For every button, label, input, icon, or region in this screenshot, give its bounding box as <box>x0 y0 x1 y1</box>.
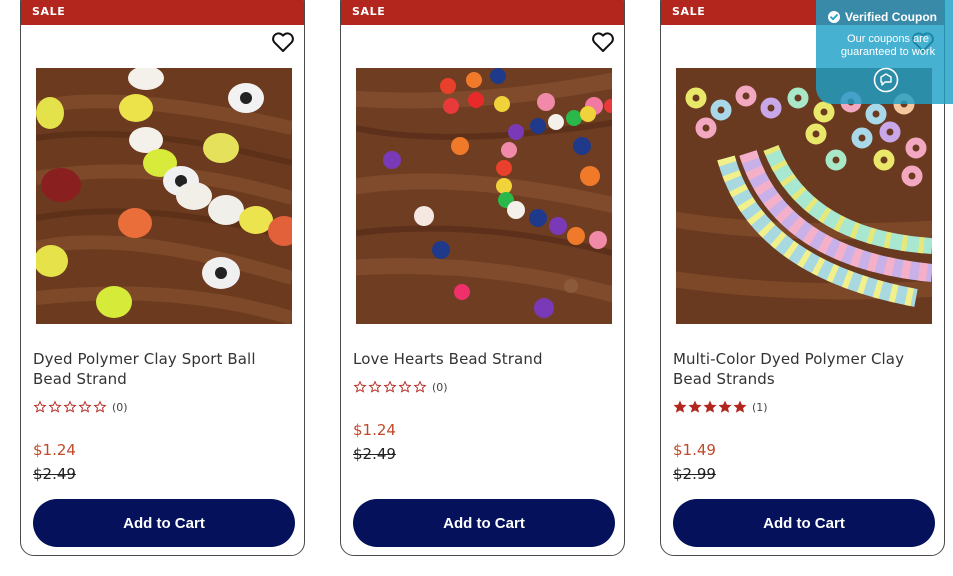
star-icon <box>48 400 62 413</box>
sale-price: $1.24 <box>353 421 396 439</box>
star-icon <box>718 400 732 413</box>
product-card: SALE Dyed Polymer Clay Sport Ball Bead S… <box>20 0 305 556</box>
sale-badge: SALE <box>341 0 624 25</box>
wishlist-heart-icon[interactable] <box>271 31 295 53</box>
product-image[interactable] <box>36 68 292 324</box>
star-icon <box>688 400 702 413</box>
add-to-cart-button[interactable]: Add to Cart <box>673 499 935 547</box>
product-card: SALE Love Hearts Bead Strand (0) $1.24 $… <box>340 0 625 556</box>
product-name[interactable]: Love Hearts Bead Strand <box>353 349 615 369</box>
rating: (1) <box>673 400 768 414</box>
product-name[interactable]: Dyed Polymer Clay Sport Ball Bead Strand <box>33 349 295 389</box>
star-icon <box>733 400 747 413</box>
review-count: (0) <box>432 380 448 394</box>
star-icon <box>33 400 47 413</box>
original-price: $2.49 <box>33 465 76 483</box>
star-icon <box>63 400 77 413</box>
add-to-cart-button[interactable]: Add to Cart <box>33 499 295 547</box>
product-image[interactable] <box>676 68 932 324</box>
original-price: $2.99 <box>673 465 716 483</box>
star-icon <box>673 400 687 413</box>
review-count: (1) <box>752 400 768 414</box>
sale-badge-label: SALE <box>32 5 66 18</box>
chat-bubble-icon[interactable] <box>873 67 899 93</box>
star-icon <box>703 400 717 413</box>
coupon-description: Our coupons are guaranteed to work <box>840 33 936 58</box>
rating: (0) <box>33 400 128 414</box>
star-icon <box>383 380 397 393</box>
sale-price: $1.49 <box>673 441 716 459</box>
original-price: $2.49 <box>353 445 396 463</box>
star-icon <box>398 380 412 393</box>
add-to-cart-button[interactable]: Add to Cart <box>353 499 615 547</box>
wishlist-heart-icon[interactable] <box>591 31 615 53</box>
star-icon <box>413 380 427 393</box>
verified-coupon-widget[interactable]: Verified Coupon Our coupons are guarante… <box>816 0 953 104</box>
sale-badge-label: SALE <box>352 5 386 18</box>
check-circle-icon <box>828 11 840 23</box>
product-name[interactable]: Multi-Color Dyed Polymer Clay Bead Stran… <box>673 349 935 389</box>
star-icon <box>93 400 107 413</box>
star-icon <box>368 380 382 393</box>
review-count: (0) <box>112 400 128 414</box>
star-icon <box>78 400 92 413</box>
sale-badge-label: SALE <box>672 5 706 18</box>
coupon-title: Verified Coupon <box>845 10 938 24</box>
star-icon <box>353 380 367 393</box>
rating: (0) <box>353 380 448 394</box>
product-image[interactable] <box>356 68 612 324</box>
sale-badge: SALE <box>21 0 304 25</box>
sale-price: $1.24 <box>33 441 76 459</box>
coupon-title-row: Verified Coupon <box>827 10 937 24</box>
